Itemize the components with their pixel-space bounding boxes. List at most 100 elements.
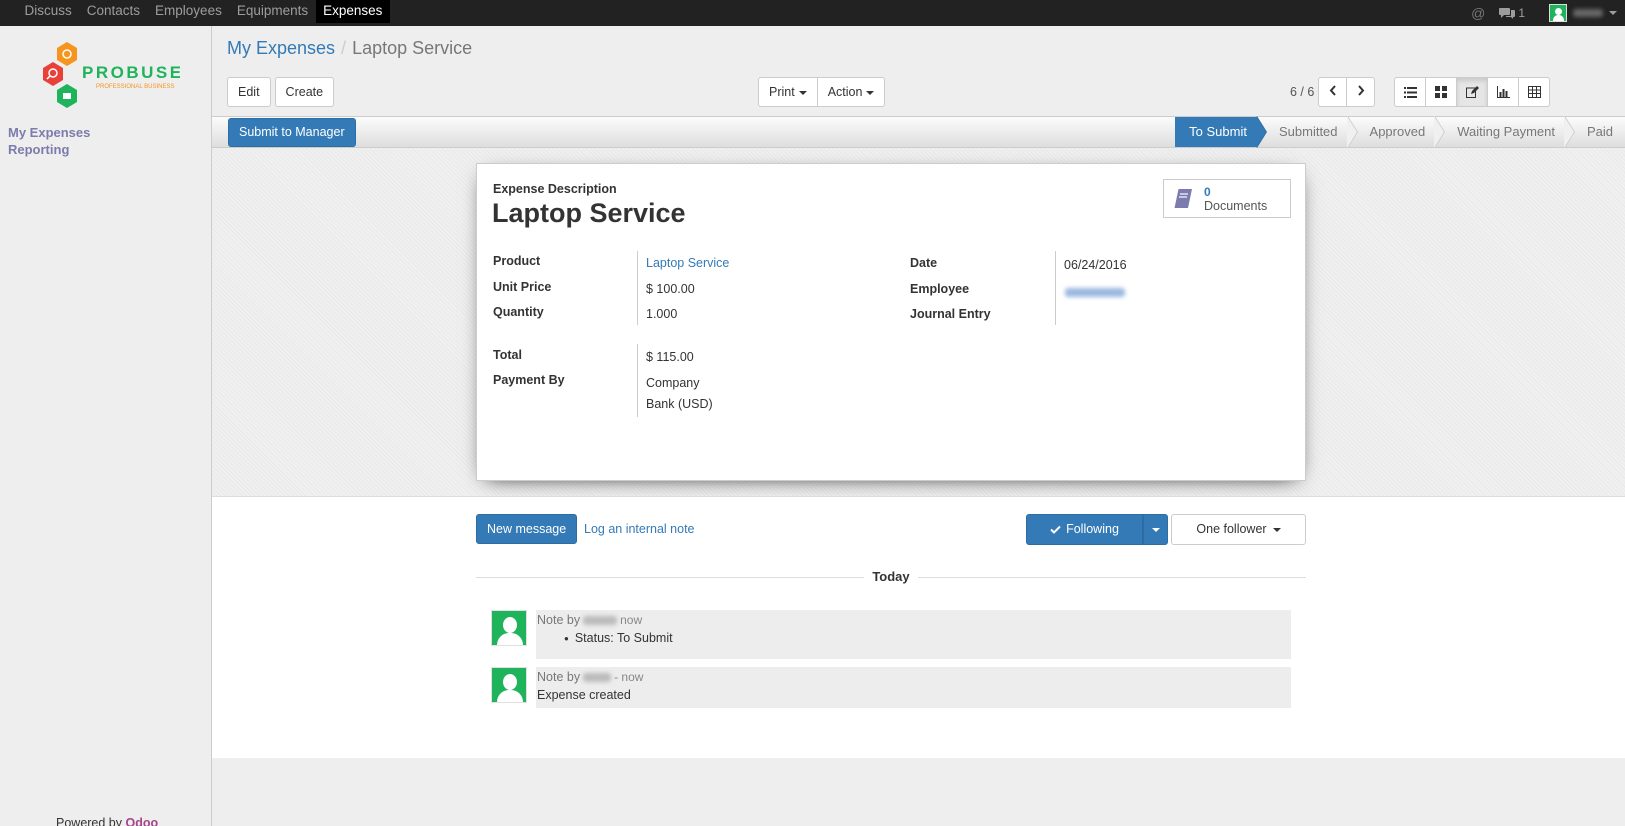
pager: 6 / 6: [1290, 77, 1376, 107]
following-button[interactable]: Following: [1026, 514, 1143, 545]
chat-notification[interactable]: 1: [1499, 6, 1525, 20]
stage-submitted: Submitted: [1257, 116, 1358, 148]
date-value: 06/24/2016: [1064, 258, 1127, 272]
sidebar-menu: My Expenses Reporting: [8, 124, 90, 158]
user-avatar: [1549, 4, 1567, 22]
graph-view-button[interactable]: [1487, 77, 1519, 107]
action-dropdown[interactable]: Action: [816, 77, 886, 107]
employee-link[interactable]: [1065, 286, 1125, 300]
message-text: Expense created: [537, 688, 631, 702]
menu-contacts[interactable]: Contacts: [79, 0, 147, 23]
view-switcher: [1394, 77, 1550, 107]
following-group: Following: [1026, 514, 1168, 545]
form-statusbar: Submit to Manager To Submit Submitted Ap…: [212, 116, 1625, 148]
user-menu[interactable]: [1549, 4, 1617, 22]
followers-dropdown[interactable]: One follower: [1171, 514, 1306, 545]
table-icon: [1527, 86, 1541, 98]
menu-discuss[interactable]: Discuss: [17, 0, 79, 23]
svg-text:PROFESSIONAL BUSINESS: PROFESSIONAL BUSINESS: [96, 84, 174, 90]
chevron-down-icon: [798, 90, 807, 95]
unit-price-value: $ 100.00: [646, 282, 695, 296]
powered-by-text: Powered by: [56, 816, 126, 826]
menu-equipments[interactable]: Equipments: [229, 0, 315, 23]
pager-previous-button[interactable]: [1318, 77, 1348, 107]
form-view-button[interactable]: [1456, 77, 1488, 107]
user-name-blurred: [1573, 9, 1603, 17]
payment-by-value-line1: Company: [646, 376, 700, 390]
action-label: Action: [827, 85, 863, 99]
sidebar-item-reporting[interactable]: Reporting: [8, 141, 90, 158]
pager-next-button[interactable]: [1346, 77, 1376, 107]
print-dropdown[interactable]: Print: [758, 77, 818, 107]
status-stages: To Submit Submitted Approved Waiting Pay…: [1175, 116, 1625, 148]
main-content: My Expenses / Laptop Service Edit Create P…: [212, 26, 1625, 826]
edit-icon: [1465, 86, 1479, 98]
label-divider: [637, 344, 638, 417]
menu-employees[interactable]: Employees: [148, 0, 230, 23]
message-time: now: [620, 613, 643, 627]
followers-label: One follower: [1196, 522, 1267, 536]
date-separator: Today: [476, 569, 1306, 585]
app-menu: Discuss Contacts Employees Equipments Ex…: [17, 0, 390, 26]
product-label: Product: [493, 254, 541, 268]
powered-by: Powered by Odoo: [56, 816, 158, 826]
chevron-down-icon: [1609, 11, 1617, 15]
note-by-label: Note by: [537, 670, 581, 684]
documents-button[interactable]: 0 Documents: [1163, 179, 1291, 218]
documents-label: Documents: [1204, 198, 1268, 213]
pager-value[interactable]: 6 / 6: [1290, 85, 1314, 99]
odoo-link[interactable]: Odoo: [125, 816, 158, 826]
submit-to-manager-button[interactable]: Submit to Manager: [228, 118, 356, 147]
log-internal-note-link[interactable]: Log an internal note: [584, 522, 695, 536]
label-divider: [1055, 251, 1056, 325]
create-button[interactable]: Create: [274, 77, 335, 107]
control-panel: My Expenses / Laptop Service Edit Create P…: [212, 26, 1625, 116]
unit-price-label: Unit Price: [493, 280, 552, 294]
bottom-spacer: [212, 758, 1625, 826]
message-header: Note by now: [537, 613, 1290, 627]
chevron-down-icon: [1272, 527, 1281, 532]
chevron-left-icon: [1329, 85, 1336, 96]
stage-waiting-payment: Waiting Payment: [1435, 116, 1575, 148]
author-name-blurred[interactable]: [583, 616, 618, 626]
pivot-view-button[interactable]: [1518, 77, 1550, 107]
message-item: Note by now Status: To Submit: [491, 610, 1291, 659]
stage-to-submit: To Submit: [1175, 116, 1267, 148]
svg-text:PROBUSE: PROBUSE: [82, 63, 180, 82]
stage-approved: Approved: [1348, 116, 1445, 148]
sidebar-item-my-expenses[interactable]: My Expenses: [8, 124, 90, 141]
kanban-view-button[interactable]: [1425, 77, 1457, 107]
following-dropdown-toggle[interactable]: [1143, 514, 1168, 545]
breadcrumb-my-expenses[interactable]: My Expenses: [227, 38, 335, 58]
product-link[interactable]: Laptop Service: [646, 256, 729, 270]
payment-by-label: Payment By: [493, 373, 565, 387]
today-label: Today: [864, 569, 918, 584]
chevron-right-icon: [1358, 85, 1365, 96]
top-navbar: Discuss Contacts Employees Equipments Ex…: [0, 0, 1625, 26]
message-item: Note by - now Expense created: [491, 667, 1291, 708]
edit-button[interactable]: Edit: [227, 77, 271, 107]
author-avatar[interactable]: [491, 610, 527, 646]
author-avatar[interactable]: [491, 667, 527, 703]
print-label: Print: [769, 85, 795, 99]
list-view-button[interactable]: [1394, 77, 1426, 107]
book-icon: [1173, 188, 1192, 208]
message-time: - now: [614, 670, 644, 684]
employee-name-blurred: [1065, 288, 1125, 297]
message-body: Note by now Status: To Submit: [536, 610, 1291, 659]
chevron-down-icon: [1151, 527, 1160, 532]
menu-expenses[interactable]: Expenses: [315, 0, 390, 23]
breadcrumb-separator: /: [341, 38, 347, 58]
total-label: Total: [493, 348, 522, 362]
expense-title: Laptop Service: [492, 198, 686, 228]
message-text: Status: To Submit: [537, 631, 1290, 645]
author-name-blurred[interactable]: [583, 673, 612, 683]
at-icon[interactable]: @: [1471, 5, 1485, 21]
note-by-label: Note by: [537, 613, 581, 627]
list-icon: [1403, 86, 1417, 98]
chatter-topbar: New message Log an internal note Followi…: [476, 514, 1306, 545]
chevron-down-icon: [866, 90, 875, 95]
new-message-button[interactable]: New message: [476, 514, 578, 544]
chatter: New message Log an internal note Followi…: [212, 496, 1625, 758]
quantity-value: 1.000: [646, 307, 678, 321]
